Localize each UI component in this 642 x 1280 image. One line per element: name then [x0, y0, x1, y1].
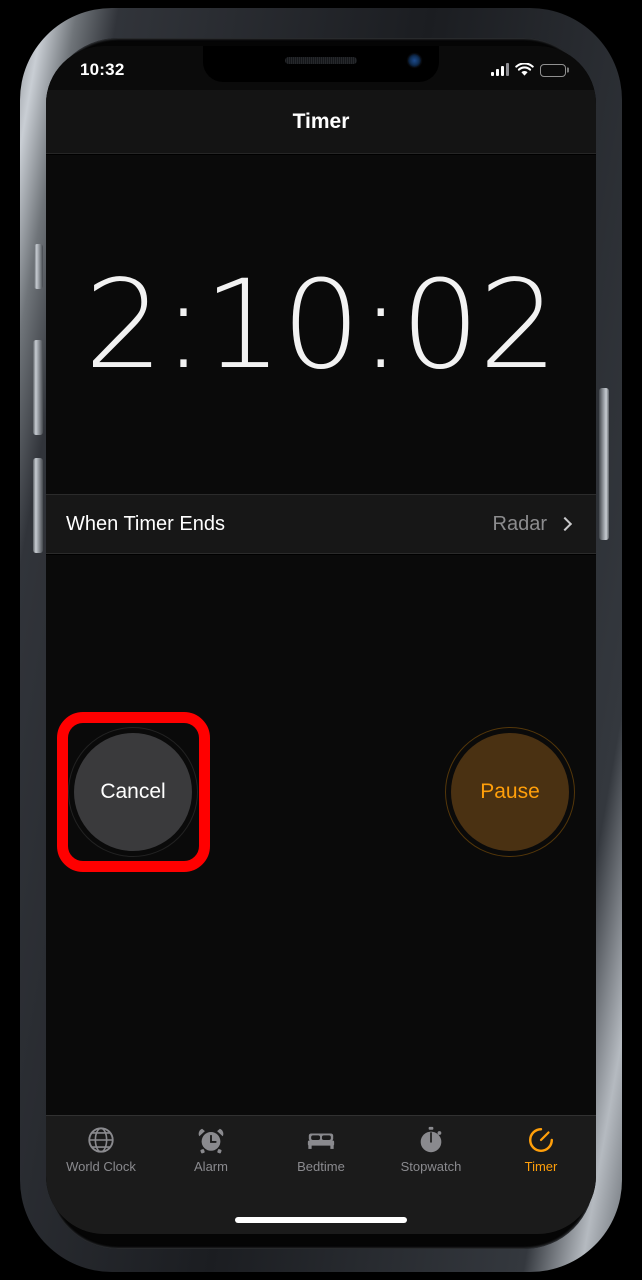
tab-alarm-label: Alarm — [194, 1159, 228, 1174]
cancel-button[interactable]: Cancel — [68, 727, 198, 857]
signal-bars-icon — [491, 63, 509, 76]
home-indicator[interactable] — [235, 1217, 407, 1223]
timer-controls-area: Cancel Pause — [46, 555, 596, 1165]
pause-button-ring — [445, 727, 575, 857]
timer-icon — [529, 1128, 553, 1152]
wifi-icon — [515, 63, 534, 76]
tab-timer[interactable]: Timer — [486, 1125, 596, 1174]
volume-down-button[interactable] — [33, 458, 43, 553]
cancel-button-ring — [68, 727, 198, 857]
navigation-bar: Timer — [46, 90, 596, 154]
tab-stopwatch-label: Stopwatch — [400, 1159, 462, 1174]
when-timer-ends-label: When Timer Ends — [66, 512, 225, 535]
when-timer-ends-row[interactable]: When Timer Ends Radar — [46, 494, 596, 554]
tab-stopwatch[interactable]: Stopwatch — [376, 1125, 486, 1174]
globe-icon — [88, 1127, 114, 1153]
pause-button[interactable]: Pause — [445, 727, 575, 857]
power-button[interactable] — [599, 388, 609, 540]
tab-alarm[interactable]: Alarm — [156, 1125, 266, 1174]
tab-world-clock-label: World Clock — [66, 1159, 136, 1174]
display-notch — [203, 46, 439, 82]
chevron-right-icon — [557, 516, 573, 531]
timer-display-panel: 2:10:02 — [46, 155, 596, 494]
tab-timer-label: Timer — [524, 1159, 558, 1174]
alarm-clock-icon — [198, 1128, 224, 1154]
stopwatch-icon — [420, 1126, 442, 1153]
tab-bedtime[interactable]: Bedtime — [266, 1125, 376, 1174]
volume-up-button[interactable] — [33, 340, 43, 435]
silent-switch[interactable] — [34, 244, 43, 289]
earpiece-speaker-icon — [285, 57, 357, 64]
when-timer-ends-value: Radar — [492, 512, 547, 535]
battery-icon — [540, 63, 569, 77]
tab-world-clock[interactable]: World Clock — [46, 1125, 156, 1174]
tab-bedtime-label: Bedtime — [297, 1159, 345, 1174]
status-bar-icons — [491, 63, 569, 77]
status-bar-time: 10:32 — [80, 60, 125, 79]
front-camera-icon — [408, 54, 421, 67]
phone-screen: 10:32 Timer 2:10:02 When Timer Ends Rada… — [46, 46, 596, 1234]
when-timer-ends-value-group: Radar — [492, 512, 573, 536]
bed-icon — [307, 1133, 335, 1149]
timer-countdown-value: 2:10:02 — [84, 253, 559, 396]
page-title: Timer — [292, 109, 350, 133]
